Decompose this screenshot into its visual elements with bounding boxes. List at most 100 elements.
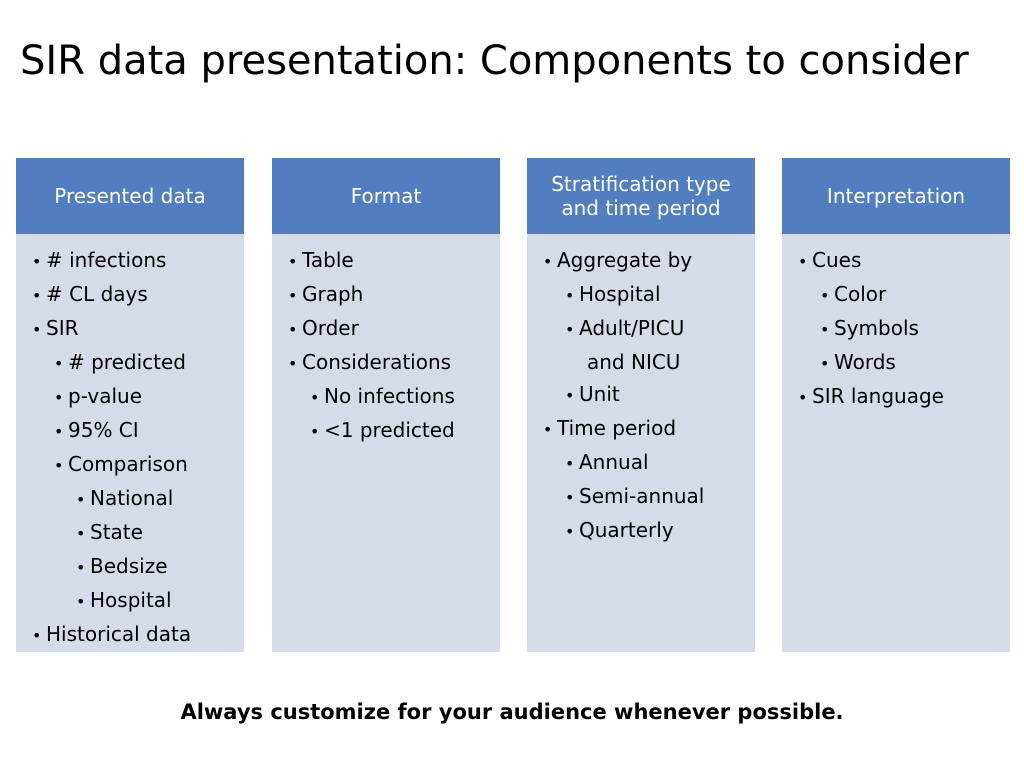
list-item-label: p-value bbox=[68, 384, 143, 408]
list-item-label: Graph bbox=[302, 282, 364, 306]
list-item: • Adult/PICU bbox=[535, 312, 747, 346]
list-item-label: Quarterly bbox=[579, 518, 674, 542]
column-header-presented-data: Presented data bbox=[16, 158, 244, 234]
list-item: • <1 predicted bbox=[280, 414, 492, 448]
list-item-label: National bbox=[90, 486, 174, 510]
bullet-icon: • bbox=[565, 320, 575, 339]
bullet-icon: • bbox=[288, 320, 298, 339]
list-item-label: Order bbox=[302, 316, 359, 340]
list-item: • State bbox=[24, 516, 236, 550]
list-item-label: Cues bbox=[812, 248, 862, 272]
list-item-label: and NICU bbox=[587, 350, 681, 374]
list-format: • Table • Graph • Order • Considerations • No inf… bbox=[280, 244, 492, 448]
list-item: • Semi-annual bbox=[535, 480, 747, 514]
list-item-label: # CL days bbox=[46, 282, 148, 306]
bullet-icon: • bbox=[798, 388, 808, 407]
list-item-label: Aggregate by bbox=[557, 248, 693, 272]
list-item-label: Table bbox=[302, 248, 354, 272]
bullet-icon: • bbox=[565, 454, 575, 473]
bullet-icon: • bbox=[565, 286, 575, 305]
list-item-label: State bbox=[90, 520, 143, 544]
list-item: • p-value bbox=[24, 380, 236, 414]
bullet-icon: • bbox=[54, 422, 64, 441]
list-item-label: Color bbox=[834, 282, 887, 306]
list-item-label: Unit bbox=[579, 382, 620, 406]
list-item-label: Semi-annual bbox=[579, 484, 705, 508]
bullet-icon: • bbox=[76, 558, 86, 577]
list-item-label: Hospital bbox=[90, 588, 172, 612]
bullet-icon: • bbox=[54, 354, 64, 373]
bullet-icon: • bbox=[288, 286, 298, 305]
list-item: • Quarterly bbox=[535, 514, 747, 548]
list-item-label: # infections bbox=[46, 248, 167, 272]
list-item: • Hospital bbox=[24, 584, 236, 618]
list-item-label: Time period bbox=[557, 416, 677, 440]
list-item-label: Considerations bbox=[302, 350, 452, 374]
column-stratification: Stratification type and time period • Agg… bbox=[527, 158, 755, 652]
list-presented-data: • # infections • # CL days • SIR • # predicted •… bbox=[24, 244, 236, 652]
bullet-icon: • bbox=[820, 320, 830, 339]
list-item: • No infections bbox=[280, 380, 492, 414]
list-item: • SIR language bbox=[790, 380, 1002, 414]
bullet-icon: • bbox=[32, 626, 42, 645]
bullet-icon: • bbox=[76, 490, 86, 509]
list-item-label: Bedsize bbox=[90, 554, 168, 578]
list-item: • Symbols bbox=[790, 312, 1002, 346]
list-item-label: Historical data bbox=[46, 622, 192, 646]
bullet-icon: • bbox=[565, 522, 575, 541]
bullet-icon: • bbox=[820, 286, 830, 305]
list-item-label: Hospital bbox=[579, 282, 661, 306]
list-item: • Order bbox=[280, 312, 492, 346]
bullet-icon: • bbox=[32, 286, 42, 305]
bullet-icon: • bbox=[54, 388, 64, 407]
list-item-label: Words bbox=[834, 350, 896, 374]
list-item: • Historical data bbox=[24, 618, 236, 652]
column-body-presented-data: • # infections • # CL days • SIR • # predicted •… bbox=[16, 234, 244, 652]
list-item: • # CL days bbox=[24, 278, 236, 312]
list-item-label: Annual bbox=[579, 450, 649, 474]
list-stratification: • Aggregate by • Hospital • Adult/PICU and NIC… bbox=[535, 244, 747, 548]
bullet-icon: • bbox=[543, 252, 553, 271]
column-header-interpretation: Interpretation bbox=[782, 158, 1010, 234]
bullet-icon: • bbox=[76, 524, 86, 543]
list-item: and NICU bbox=[535, 346, 747, 378]
bullet-icon: • bbox=[288, 252, 298, 271]
list-item: • 95% CI bbox=[24, 414, 236, 448]
list-item-label: No infections bbox=[324, 384, 455, 408]
list-item: • Considerations bbox=[280, 346, 492, 380]
list-item: • National bbox=[24, 482, 236, 516]
page-title: SIR data presentation: Components to con… bbox=[20, 38, 969, 84]
bullet-icon: • bbox=[565, 386, 575, 405]
bullet-icon: • bbox=[310, 388, 320, 407]
list-item-label: 95% CI bbox=[68, 418, 139, 442]
bullet-icon: • bbox=[798, 252, 808, 271]
column-presented-data: Presented data • # infections • # CL days • S… bbox=[16, 158, 244, 652]
list-item: • Bedsize bbox=[24, 550, 236, 584]
list-item-label: Symbols bbox=[834, 316, 919, 340]
list-item: • Unit bbox=[535, 378, 747, 412]
list-item-label: <1 predicted bbox=[324, 418, 455, 442]
list-item: • SIR bbox=[24, 312, 236, 346]
footer-note: Always customize for your audience whene… bbox=[180, 700, 844, 724]
list-item: • Comparison bbox=[24, 448, 236, 482]
column-body-format: • Table • Graph • Order • Considerations • No inf… bbox=[272, 234, 500, 448]
bullet-icon: • bbox=[54, 456, 64, 475]
bullet-icon: • bbox=[565, 488, 575, 507]
list-interpretation: • Cues • Color • Symbols • Words • SIR language bbox=[790, 244, 1002, 414]
column-header-format: Format bbox=[272, 158, 500, 234]
bullet-icon: • bbox=[288, 354, 298, 373]
column-header-stratification: Stratification type and time period bbox=[527, 158, 755, 234]
list-item: • Table bbox=[280, 244, 492, 278]
column-format: Format • Table • Graph • Order • Considerations… bbox=[272, 158, 500, 652]
bullet-icon: • bbox=[310, 422, 320, 441]
list-item: • Time period bbox=[535, 412, 747, 446]
list-item: • Color bbox=[790, 278, 1002, 312]
list-item-label: Adult/PICU bbox=[579, 316, 685, 340]
column-body-interpretation: • Cues • Color • Symbols • Words • SIR language bbox=[782, 234, 1010, 414]
list-item-label: SIR bbox=[46, 316, 79, 340]
column-interpretation: Interpretation • Cues • Color • Symbols • Words… bbox=[782, 158, 1010, 652]
list-item: • Words bbox=[790, 346, 1002, 380]
bullet-icon: • bbox=[32, 320, 42, 339]
list-item: • Hospital bbox=[535, 278, 747, 312]
list-item: • Aggregate by bbox=[535, 244, 747, 278]
